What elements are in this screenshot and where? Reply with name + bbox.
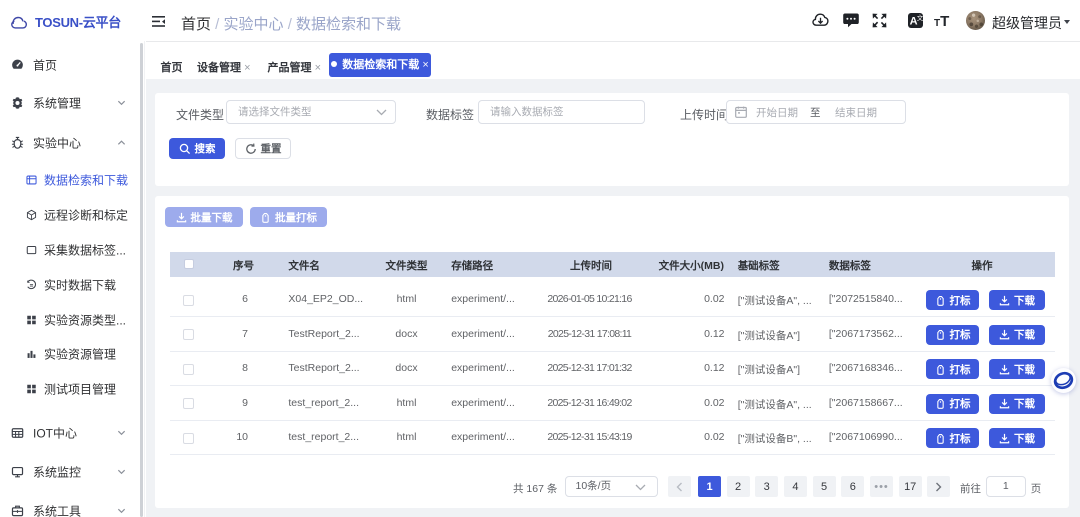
svg-text:文: 文 [917,13,924,22]
